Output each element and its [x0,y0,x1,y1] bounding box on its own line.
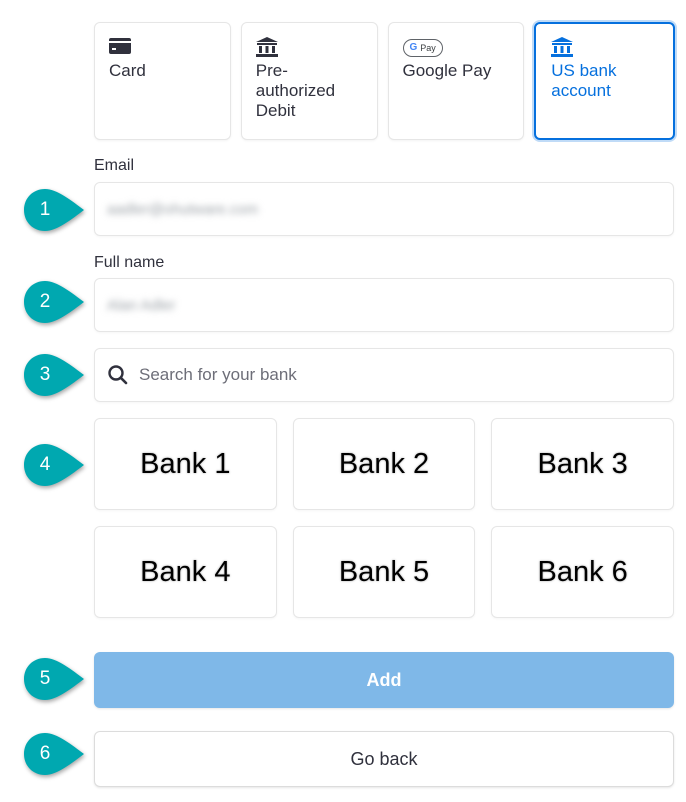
tab-card-label: Card [109,61,146,80]
bank-tile[interactable]: Bank 1 [94,418,277,510]
bank-name: Bank 4 [140,555,231,588]
tab-card[interactable]: Card [94,22,231,140]
payment-method-tabs: Card Pre- authorized Debit G Pay Google P… [94,22,675,140]
credit-card-icon [109,37,216,57]
search-placeholder: Search for your bank [139,365,297,384]
search-icon [107,364,129,386]
bank-icon [551,37,658,57]
bank-tile[interactable]: Bank 4 [94,526,277,618]
add-button[interactable]: Add [94,652,674,708]
email-value: aadler@ohutware.com [107,200,259,218]
bank-tile[interactable]: Bank 2 [292,418,476,510]
callout-marker-5: 5 [22,656,88,702]
callout-marker-4: 4 [22,442,88,488]
email-field[interactable]: aadler@ohutware.com [94,182,674,236]
bank-search-input[interactable]: Search for your bank [94,348,674,402]
tab-us-bank-account[interactable]: US bank account [534,22,675,140]
tab-pre-authorized-debit-label: Pre- authorized Debit [255,61,336,120]
bank-name: Bank 1 [140,447,231,480]
bank-name: Bank 6 [537,555,628,588]
tab-pre-authorized-debit[interactable]: Pre- authorized Debit [240,22,378,140]
tab-google-pay-label: Google Pay [402,61,492,80]
full-name-label: Full name [94,254,165,271]
bank-name: Bank 5 [338,555,430,588]
email-label: Email [94,157,135,174]
tab-us-bank-account-label: US bank account [551,61,617,100]
bank-name: Bank 3 [537,447,628,480]
bank-tile[interactable]: Bank 5 [292,526,476,618]
google-pay-icon: G Pay [402,37,510,57]
bank-icon [255,37,363,57]
full-name-value: Alan Adler [107,296,176,314]
callout-marker-1: 1 [22,187,88,233]
bank-tile[interactable]: Bank 6 [491,526,674,618]
callout-marker-3: 3 [22,352,88,398]
callout-marker-6: 6 [22,731,88,777]
tab-google-pay[interactable]: G Pay Google Pay [387,22,525,140]
callout-marker-2: 2 [22,279,88,325]
bank-grid: Bank 1 Bank 2 Bank 3 Bank 4 Bank 5 Bank … [94,418,674,618]
full-name-field[interactable]: Alan Adler [94,278,674,332]
go-back-button[interactable]: Go back [94,731,674,787]
bank-name: Bank 2 [338,447,430,480]
bank-tile[interactable]: Bank 3 [491,418,674,510]
